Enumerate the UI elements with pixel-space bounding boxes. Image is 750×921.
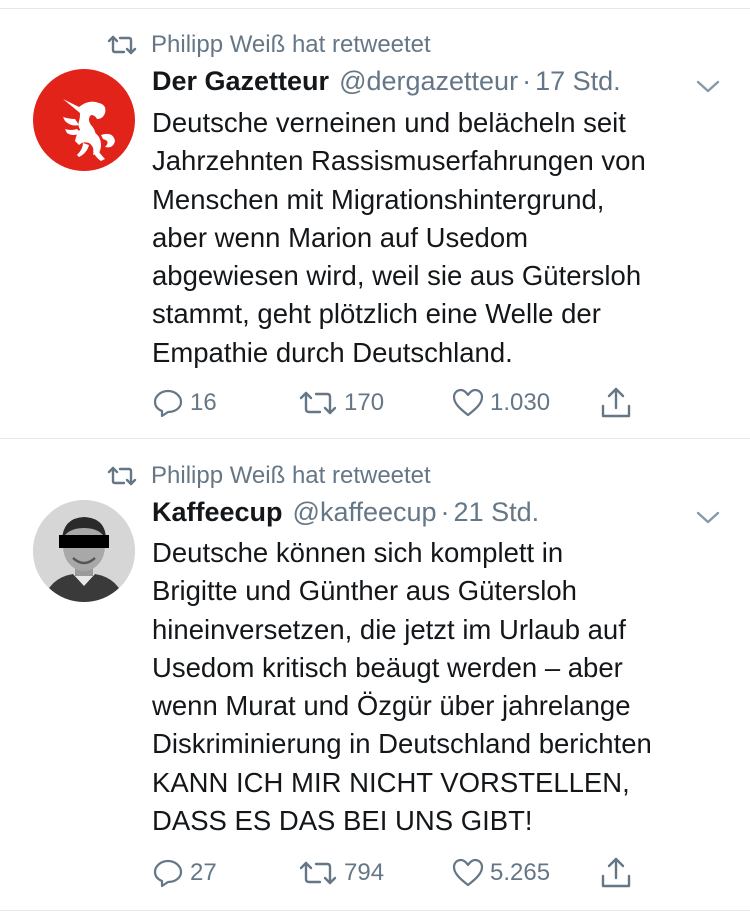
separator: · — [440, 497, 450, 527]
unicorn-logo-icon — [63, 99, 115, 161]
tweet-text-line: Empathie durch Deutschland. — [152, 336, 513, 368]
retweet-button[interactable]: 794 — [298, 855, 384, 891]
chevron-down-icon[interactable] — [694, 507, 722, 527]
tweet-text: Deutsche verneinen und belächeln seit Ja… — [152, 104, 732, 372]
reply-icon — [152, 857, 184, 889]
like-button[interactable]: 1.030 — [452, 385, 550, 421]
retweet-count: 170 — [344, 389, 385, 416]
tweet-text-line: DASS ES DAS BEI UNS GIBT! — [152, 805, 533, 837]
like-count: 5.265 — [490, 859, 551, 886]
author-handle[interactable]: @kaffeecup — [293, 497, 437, 528]
heart-icon — [452, 858, 484, 888]
tweet-text-line: Menschen mit Migrationshintergrund, — [152, 183, 605, 215]
retweet-context[interactable]: Philipp Weiß hat retweetet — [107, 461, 431, 491]
retweet-context[interactable]: Philipp Weiß hat retweetet — [107, 30, 431, 60]
tweet-text-line: Brigitte und Günther aus Gütersloh — [152, 575, 577, 607]
retweet-icon — [298, 390, 338, 416]
tweet-text-line: stammt, geht plötzlich eine Welle der — [152, 298, 601, 330]
retweet-icon — [298, 860, 338, 886]
tweet[interactable]: Philipp Weiß hat retweetet Kaffeecup @ka… — [0, 439, 750, 909]
tweet-text-line: Diskriminierung in Deutschland berichten — [152, 728, 652, 760]
tweet-text-line: aber wenn Marion auf Usedom — [152, 221, 529, 253]
retweet-label: Philipp Weiß hat retweetet — [151, 31, 431, 58]
timestamp[interactable]: 17 Std. — [535, 66, 621, 97]
tweet-text-line: KANN ICH MIR NICHT VORSTELLEN, — [152, 766, 630, 798]
retweet-icon — [107, 466, 137, 486]
retweet-button[interactable]: 170 — [298, 385, 384, 421]
retweet-count: 794 — [344, 859, 385, 886]
share-icon — [599, 386, 633, 420]
tweet-text-line: Usedom kritisch beäugt werden – aber — [152, 651, 623, 683]
tweet-actions: 27 794 5.265 — [0, 855, 750, 891]
tweet-text-line: wenn Murat und Özgür über jahrelange — [152, 690, 631, 722]
reply-button[interactable]: 27 — [152, 855, 217, 891]
tweet-text: Deutsche können sich komplett in Brigitt… — [152, 534, 732, 840]
heart-icon — [452, 388, 484, 418]
tweet-text-line: Deutsche verneinen und belächeln seit — [152, 107, 626, 138]
share-button[interactable] — [599, 385, 633, 421]
reply-button[interactable]: 16 — [152, 385, 217, 421]
share-button[interactable] — [599, 855, 633, 891]
tweet-text-line: Jahrzehnten Rassismuserfahrungen von — [152, 145, 646, 177]
avatar[interactable] — [33, 500, 135, 602]
like-count: 1.030 — [490, 389, 551, 416]
retweet-label: Philipp Weiß hat retweetet — [151, 462, 431, 489]
timestamp[interactable]: 21 Std. — [454, 497, 540, 528]
retweet-icon — [107, 35, 137, 55]
reply-icon — [152, 387, 184, 419]
tweet-text-line: abgewiesen wird, weil sie aus Gütersloh — [152, 260, 642, 292]
chevron-down-icon[interactable] — [694, 76, 722, 96]
bottom-divider — [0, 910, 750, 911]
share-icon — [599, 856, 633, 890]
author-handle[interactable]: @dergazetteur — [339, 66, 518, 97]
reply-count: 16 — [190, 389, 217, 416]
author-name[interactable]: Kaffeecup — [152, 497, 283, 528]
author-name[interactable]: Der Gazetteur — [152, 66, 329, 97]
tweet-header: Der Gazetteur @dergazetteur · 17 Std. — [152, 66, 712, 100]
tweet-header: Kaffeecup @kaffeecup · 21 Std. — [152, 497, 712, 531]
tweet-actions: 16 170 1.030 — [0, 385, 750, 421]
tweet-text-line: hineinversetzen, die jetzt im Urlaub auf — [152, 613, 626, 645]
tweet-text-line: Deutsche können sich komplett in — [152, 537, 564, 568]
like-button[interactable]: 5.265 — [452, 855, 550, 891]
avatar[interactable] — [33, 69, 135, 171]
reply-count: 27 — [190, 859, 217, 886]
tweet[interactable]: Philipp Weiß hat retweetet Der Gazetteur… — [0, 0, 750, 438]
separator: · — [522, 66, 532, 96]
